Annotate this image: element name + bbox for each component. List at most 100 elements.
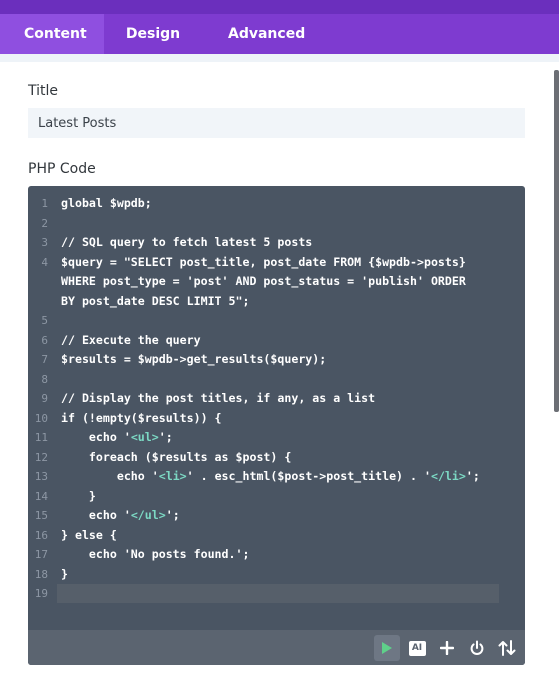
- code-text: } else {: [61, 526, 117, 546]
- code-text: }: [61, 565, 68, 585]
- line-number: 6: [41, 333, 48, 347]
- code-line: 12 foreach ($results as $post) {: [28, 448, 525, 468]
- code-line: WHERE post_type = 'post' AND post_status…: [28, 272, 525, 292]
- code-line: 8: [28, 370, 525, 390]
- sort-arrows-icon: [498, 640, 516, 656]
- code-line: 4 $query = "SELECT post_title, post_date …: [28, 253, 525, 273]
- code-text: foreach ($results as $post) {: [61, 448, 291, 468]
- code-text: echo '<li>' . esc_html($post->post_title…: [61, 467, 480, 487]
- power-button[interactable]: [464, 635, 490, 661]
- html-tag-string: </li>: [430, 469, 466, 483]
- line-number: 4: [41, 255, 48, 269]
- play-icon: [382, 642, 392, 654]
- code-token: if (!empty($results)) {: [61, 410, 222, 425]
- code-token: BY post_date DESC LIMIT 5";: [61, 293, 250, 308]
- code-line: 19: [28, 584, 525, 604]
- html-tag-string: <ul>: [130, 430, 159, 444]
- code-token: foreach ($results as $post) {: [61, 449, 292, 464]
- code-line: 5: [28, 311, 525, 331]
- line-number: 7: [41, 353, 48, 366]
- code-line: 3 // SQL query to fetch latest 5 posts: [28, 233, 525, 253]
- code-token: ';: [165, 508, 180, 522]
- code-token: WHERE post_type = 'post' AND post_status…: [61, 274, 466, 288]
- html-tag-string: <li>: [158, 469, 187, 483]
- code-line: BY post_date DESC LIMIT 5";: [28, 292, 525, 312]
- code-line: 13 echo '<li>' . esc_html($post->post_ti…: [28, 467, 525, 487]
- code-token: echo 'No posts found.';: [61, 547, 250, 561]
- tab-bar-shadow: [0, 54, 559, 62]
- line-number: 12: [34, 450, 48, 464]
- html-tag-string: </ul>: [130, 508, 166, 522]
- line-number: 1: [41, 197, 48, 210]
- sort-button[interactable]: [494, 635, 520, 661]
- code-lines: 1 global $wpdb; 2 3 // SQL query to fetch la…: [28, 194, 525, 604]
- panel-scrollbar[interactable]: [554, 70, 559, 412]
- code-token: } else {: [61, 527, 117, 542]
- run-button[interactable]: [374, 635, 400, 661]
- code-line: 1 global $wpdb;: [28, 194, 525, 214]
- line-number: 3: [41, 236, 48, 249]
- plus-icon: [440, 641, 454, 655]
- code-text: $query = "SELECT post_title, post_date F…: [61, 253, 466, 273]
- code-line: 15 echo '</ul>';: [28, 506, 525, 526]
- line-number: 15: [34, 509, 48, 522]
- code-token: ' . esc_html($post->post_title) . ': [186, 469, 431, 483]
- code-text: // SQL query to fetch latest 5 posts: [61, 233, 312, 253]
- ai-icon: AI: [408, 640, 426, 656]
- code-token: ';: [465, 469, 480, 483]
- code-text: }: [61, 487, 96, 507]
- line-number: 13: [34, 470, 48, 483]
- editor-toolbar: AI: [28, 630, 525, 665]
- code-line: 18}: [28, 565, 525, 585]
- code-line: 6 // Execute the query: [28, 331, 525, 351]
- line-number: 16: [34, 528, 48, 542]
- tab-content[interactable]: Content: [0, 14, 104, 54]
- code-token: // Display the post titles, if any, as a…: [61, 391, 376, 405]
- code-text: // Execute the query: [61, 331, 201, 351]
- code-token: // SQL query to fetch latest 5 posts: [61, 235, 313, 249]
- code-text: WHERE post_type = 'post' AND post_status…: [61, 272, 466, 292]
- code-text: echo '<ul>';: [61, 428, 173, 448]
- code-token: echo ': [61, 430, 131, 444]
- code-text: BY post_date DESC LIMIT 5";: [61, 292, 249, 312]
- code-editor[interactable]: 1 global $wpdb; 2 3 // SQL query to fetch la…: [28, 186, 525, 665]
- add-button[interactable]: [434, 635, 460, 661]
- code-text: echo 'No posts found.';: [61, 545, 250, 565]
- tab-advanced[interactable]: Advanced: [202, 14, 305, 54]
- tab-design[interactable]: Design: [104, 14, 202, 54]
- code-token: $results = $wpdb->get_results($query);: [61, 352, 327, 366]
- code-token: echo ': [61, 508, 131, 522]
- code-line: 9 // Display the post titles, if any, as …: [28, 389, 525, 409]
- title-label: Title: [28, 83, 59, 99]
- line-number: 5: [41, 314, 48, 327]
- line-number: 18: [34, 567, 48, 581]
- code-line: 10 if (!empty($results)) {: [28, 409, 525, 429]
- line-number: 2: [41, 216, 48, 230]
- tab-bar: Content Design Advanced: [0, 14, 559, 54]
- line-number: 14: [34, 489, 48, 503]
- code-text: echo '</ul>';: [61, 506, 180, 526]
- line-number: 11: [34, 431, 48, 444]
- code-line: 11 echo '<ul>';: [28, 428, 525, 448]
- code-line: 17 echo 'No posts found.';: [28, 545, 525, 565]
- php-code-label: PHP Code: [28, 161, 96, 177]
- line-number: 19: [34, 587, 48, 600]
- title-input[interactable]: [28, 108, 525, 138]
- ai-button[interactable]: AI: [404, 635, 430, 661]
- code-token: ';: [158, 430, 173, 444]
- code-line: 14 }: [28, 487, 525, 507]
- line-number: 8: [41, 372, 48, 386]
- code-text: // Display the post titles, if any, as a…: [61, 389, 375, 409]
- line-number: 17: [34, 548, 48, 561]
- code-text: $results = $wpdb->get_results($query);: [61, 350, 326, 370]
- code-text: if (!empty($results)) {: [61, 409, 222, 429]
- code-token: global $wpdb;: [61, 196, 152, 210]
- line-number: 9: [41, 392, 48, 405]
- code-text: global $wpdb;: [61, 194, 152, 214]
- code-token: echo ': [61, 469, 159, 483]
- code-line: 16 } else {: [28, 526, 525, 546]
- line-number: 10: [34, 411, 48, 425]
- code-line: 7 $results = $wpdb->get_results($query);: [28, 350, 525, 370]
- top-strip: [0, 0, 559, 14]
- code-token: }: [61, 488, 96, 503]
